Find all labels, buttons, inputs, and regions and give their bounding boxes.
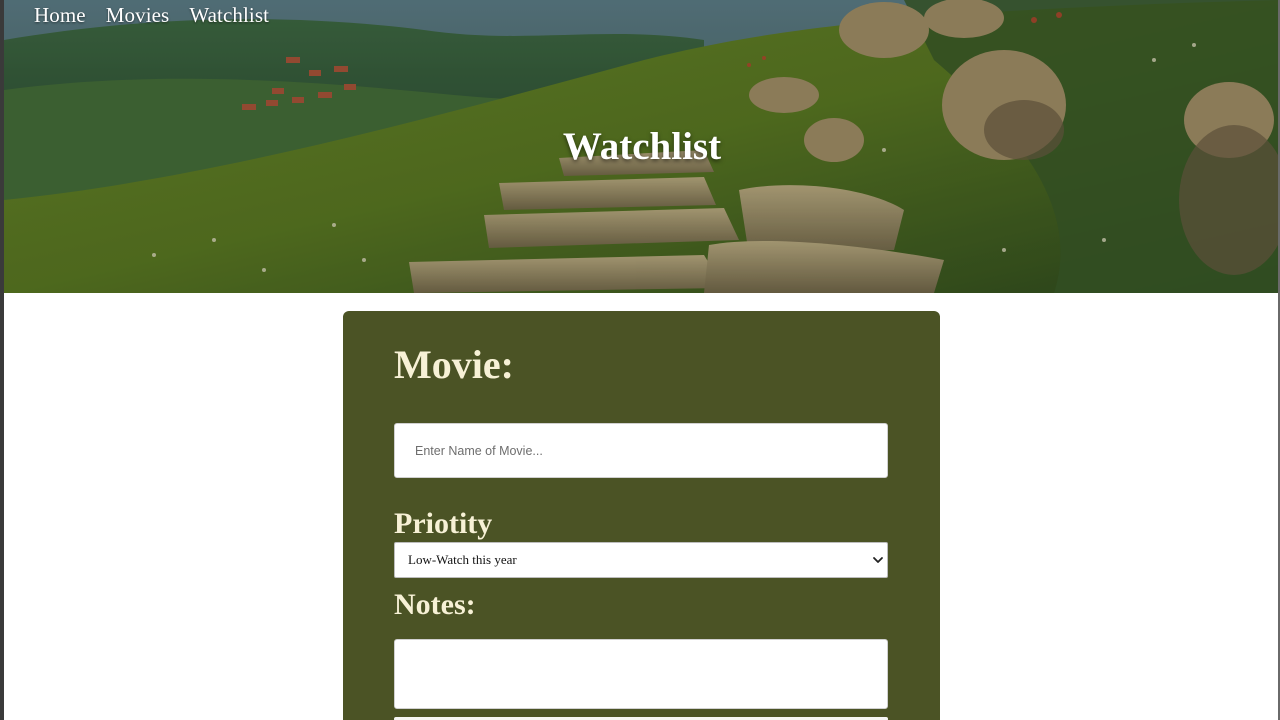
movie-heading: Movie: xyxy=(394,342,514,387)
notes-textarea[interactable] xyxy=(394,639,888,709)
nav-link-home[interactable]: Home xyxy=(34,3,86,28)
notes-label: Notes: xyxy=(394,588,476,621)
priority-select[interactable]: Low-Watch this year xyxy=(394,542,888,578)
page: Home Movies Watchlist Watchlist Movie: P… xyxy=(0,0,1280,720)
top-nav: Home Movies Watchlist xyxy=(34,3,269,28)
nav-link-watchlist[interactable]: Watchlist xyxy=(189,3,269,28)
page-title: Watchlist xyxy=(562,125,722,168)
priority-selected-value: Low-Watch this year xyxy=(408,552,517,567)
hero-banner: Home Movies Watchlist Watchlist xyxy=(4,0,1278,293)
chevron-down-icon xyxy=(873,557,883,563)
movie-name-input[interactable] xyxy=(394,423,888,478)
priority-label: Priotity xyxy=(394,507,493,540)
watchlist-form-card: Movie: Priotity Low-Watch this year Note… xyxy=(343,311,940,720)
nav-link-movies[interactable]: Movies xyxy=(106,3,170,28)
